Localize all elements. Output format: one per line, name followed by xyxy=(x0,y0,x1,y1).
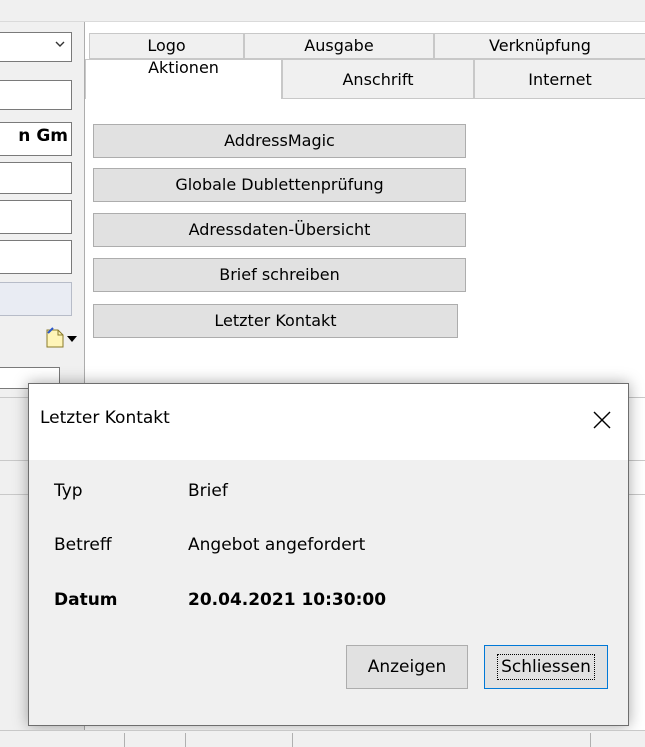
type-label: Typ xyxy=(54,481,83,501)
tab-aktionen[interactable]: Aktionen xyxy=(85,58,282,99)
status-divider xyxy=(292,733,293,747)
dialog-titlebar: Letzter Kontakt xyxy=(29,384,628,460)
subject-label: Betreff xyxy=(54,535,112,555)
chevron-down-icon xyxy=(55,41,65,47)
tab-label: Aktionen xyxy=(148,58,219,77)
left-field-1[interactable] xyxy=(0,80,72,110)
last-contact-dialog: Letzter Kontakt Typ Brief Betreff Angebo… xyxy=(28,383,629,726)
date-label: Datum xyxy=(54,590,118,610)
status-divider xyxy=(590,733,591,747)
tab-label: Internet xyxy=(528,70,592,89)
tab-verknuepfung[interactable]: Verknüpfung xyxy=(434,33,645,59)
tab-ausgabe[interactable]: Ausgabe xyxy=(244,33,434,59)
left-field-3[interactable] xyxy=(0,162,72,194)
status-bar xyxy=(0,730,645,747)
company-field[interactable]: n Gm xyxy=(0,122,72,156)
write-letter-button[interactable]: Brief schreiben xyxy=(93,258,466,292)
left-field-4[interactable] xyxy=(0,200,72,234)
date-value: 20.04.2021 10:30:00 xyxy=(188,590,387,610)
tab-label: Anschrift xyxy=(342,70,414,89)
addressmagic-button[interactable]: AddressMagic xyxy=(93,124,466,158)
dropdown-arrow-icon[interactable] xyxy=(66,334,78,344)
left-field-5[interactable] xyxy=(0,240,72,274)
status-divider xyxy=(185,733,186,747)
tab-label: Logo xyxy=(147,36,186,55)
type-value: Brief xyxy=(188,481,228,501)
tab-logo[interactable]: Logo xyxy=(89,33,244,59)
dialog-title: Letzter Kontakt xyxy=(40,408,170,428)
tab-label: Verknüpfung xyxy=(489,36,591,55)
window-title-strip xyxy=(0,0,645,22)
close-icon[interactable] xyxy=(586,404,618,436)
note-icon[interactable] xyxy=(44,327,66,349)
global-duplicate-check-button[interactable]: Globale Dublettenprüfung xyxy=(93,168,466,202)
status-divider xyxy=(124,733,125,747)
left-field-disabled xyxy=(0,282,72,316)
close-dialog-button[interactable]: Schliessen xyxy=(484,645,608,689)
tab-label: Ausgabe xyxy=(304,36,374,55)
company-field-text: n Gm xyxy=(18,126,68,146)
address-overview-button[interactable]: Adressdaten-Übersicht xyxy=(93,213,466,247)
show-button[interactable]: Anzeigen xyxy=(346,645,468,689)
left-combo[interactable] xyxy=(0,32,72,62)
close-dialog-button-label: Schliessen xyxy=(497,654,595,680)
tab-internet[interactable]: Internet xyxy=(474,59,645,99)
tab-anschrift[interactable]: Anschrift xyxy=(282,59,474,99)
last-contact-button[interactable]: Letzter Kontakt xyxy=(93,304,458,338)
subject-value: Angebot angefordert xyxy=(188,535,366,555)
